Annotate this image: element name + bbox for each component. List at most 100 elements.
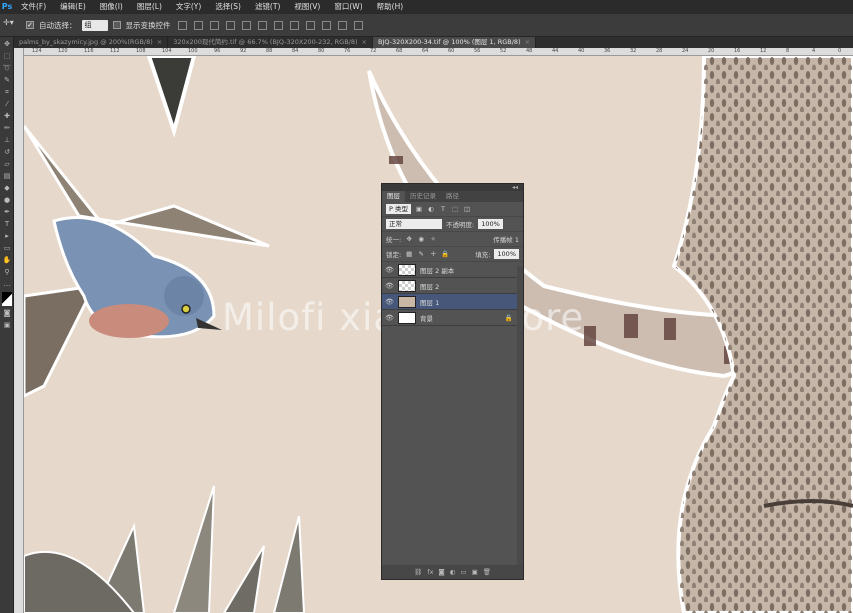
show-transform-checkbox[interactable] [112,21,121,29]
layer-row-background[interactable]: 👁 背景 🔒 [382,310,523,326]
move-icon[interactable]: ✥ [2,40,12,49]
doc-tab-1[interactable]: palms_by_skazymicy.jpg @ 200%(RGB/8) × [14,37,169,48]
layer-row[interactable]: 👁 图层 2 [382,278,523,294]
photoshop-logo-icon[interactable]: Ps [0,0,14,14]
eye-icon[interactable]: 👁 [385,282,394,290]
distribute-middle-icon[interactable] [289,20,299,30]
unify-style-icon[interactable]: ✧ [429,235,437,243]
menu-type[interactable]: 文字(Y) [169,0,208,14]
doc-tab-2[interactable]: 320x200现代简约.tif @ 66.7% (BJQ-320X200-232… [168,37,373,48]
lock-all-icon[interactable]: 🔒 [441,250,449,258]
close-icon[interactable]: × [157,37,162,48]
align-right-icon[interactable] [257,20,267,30]
unify-position-icon[interactable]: ✥ [405,235,413,243]
eye-icon[interactable]: 👁 [385,266,394,274]
lock-paint-icon[interactable]: ✎ [417,250,425,258]
panel-collapse-icon[interactable]: ◂◂ [382,184,523,191]
shape-icon[interactable]: ▭ [2,244,12,253]
ruler-tick-label: 88 [266,48,273,54]
propagate-label[interactable]: 传播帧 1 [493,234,519,244]
unify-visibility-icon[interactable]: ◉ [417,235,425,243]
filter-type-icon[interactable]: T [439,205,447,213]
eyedropper-icon[interactable]: ⁄ [2,100,12,109]
zoom-icon[interactable]: ⚲ [2,268,12,277]
stamp-icon[interactable]: ⊥ [2,136,12,145]
fx-icon[interactable]: fx [427,568,433,576]
align-left-icon[interactable] [225,20,235,30]
marquee-icon[interactable]: ⬚ [2,52,12,61]
menu-filter[interactable]: 滤镜(T) [248,0,287,14]
filter-shape-icon[interactable]: ⬚ [451,205,459,213]
ruler-tick-label: 24 [682,48,689,54]
quick-select-icon[interactable]: ✎ [2,76,12,85]
distribute-center-icon[interactable] [337,20,347,30]
menu-layer[interactable]: 图层(L) [130,0,169,14]
distribute-top-icon[interactable] [273,20,283,30]
filter-smart-icon[interactable]: ◫ [463,205,471,213]
hand-icon[interactable]: ✋ [2,256,12,265]
type-icon[interactable]: T [2,220,12,229]
history-brush-icon[interactable]: ↺ [2,148,12,157]
link-icon[interactable]: ⛓ [414,568,422,576]
fill-input[interactable]: 100% [494,249,519,259]
more-icon[interactable]: … [2,280,12,289]
menu-edit[interactable]: 编辑(E) [53,0,93,14]
new-layer-icon[interactable]: ▣ [472,568,478,576]
blend-mode-select[interactable]: 正常 [386,219,442,229]
eye-icon[interactable]: 👁 [385,298,394,306]
trash-icon[interactable]: 🗑 [483,568,491,576]
menu-file[interactable]: 文件(F) [14,0,53,14]
ruler-tick-label: 72 [370,48,377,54]
menu-select[interactable]: 选择(S) [208,0,248,14]
layer-filter-select[interactable]: P 类型 [386,204,411,214]
tab-layers[interactable]: 图层 [382,191,405,202]
pen-icon[interactable]: ✒ [2,208,12,217]
layer-name: 图层 2 [420,282,440,291]
healing-icon[interactable]: ✚ [2,112,12,121]
close-icon[interactable]: × [525,37,530,48]
lock-move-icon[interactable]: ✛ [429,250,437,258]
distribute-left-icon[interactable] [321,20,331,30]
auto-select-checkbox[interactable]: ✓ [26,21,34,29]
blur-icon[interactable]: ◆ [2,184,12,193]
filter-pixel-icon[interactable]: ▣ [415,205,423,213]
tab-paths[interactable]: 路径 [441,191,464,202]
layer-row-selected[interactable]: 👁 图层 1 [382,294,523,310]
menu-help[interactable]: 帮助(H) [370,0,411,14]
brush-icon[interactable]: ✏ [2,124,12,133]
tab-history[interactable]: 历史记录 [405,191,441,202]
crop-icon[interactable]: ⌗ [2,88,12,97]
align-middle-icon[interactable] [193,20,203,30]
filter-adjust-icon[interactable]: ◐ [427,205,435,213]
auto-select-dropdown[interactable]: 组 [81,19,108,31]
menu-window[interactable]: 窗口(W) [327,0,369,14]
eye-icon[interactable]: 👁 [385,314,394,322]
layer-thumbnail [398,263,416,276]
dodge-icon[interactable]: ● [2,196,12,205]
color-swatch-icon[interactable] [2,292,12,306]
mask-icon[interactable]: ◙ [438,568,444,576]
screen-mode-icon[interactable]: ▣ [2,321,12,330]
group-icon[interactable]: ▭ [460,568,466,576]
menu-view[interactable]: 视图(V) [287,0,327,14]
doc-tab-3[interactable]: BJQ-320X200-34.tif @ 100% (图层 1, RGB/8) × [372,37,537,48]
lock-pixels-icon[interactable]: ▦ [405,250,413,258]
distribute-bottom-icon[interactable] [305,20,315,30]
quick-mask-icon[interactable]: ◙ [2,309,12,318]
distribute-right-icon[interactable] [353,20,363,30]
ruler-tick-label: 68 [396,48,403,54]
eraser-icon[interactable]: ▱ [2,160,12,169]
align-center-icon[interactable] [241,20,251,30]
lasso-icon[interactable]: ➰ [2,64,12,73]
adjustment-icon[interactable]: ◐ [450,568,456,576]
gradient-icon[interactable]: ▤ [2,172,12,181]
menu-image[interactable]: 图像(I) [93,0,130,14]
move-tool-icon[interactable]: ✛▾ [3,18,21,32]
align-bottom-icon[interactable] [209,20,219,30]
path-select-icon[interactable]: ▸ [2,232,12,241]
panel-scrollbar[interactable] [517,266,523,566]
align-top-icon[interactable] [177,20,187,30]
close-icon[interactable]: × [362,37,367,48]
layer-row[interactable]: 👁 图层 2 副本 [382,262,523,278]
opacity-input[interactable]: 100% [478,219,503,229]
